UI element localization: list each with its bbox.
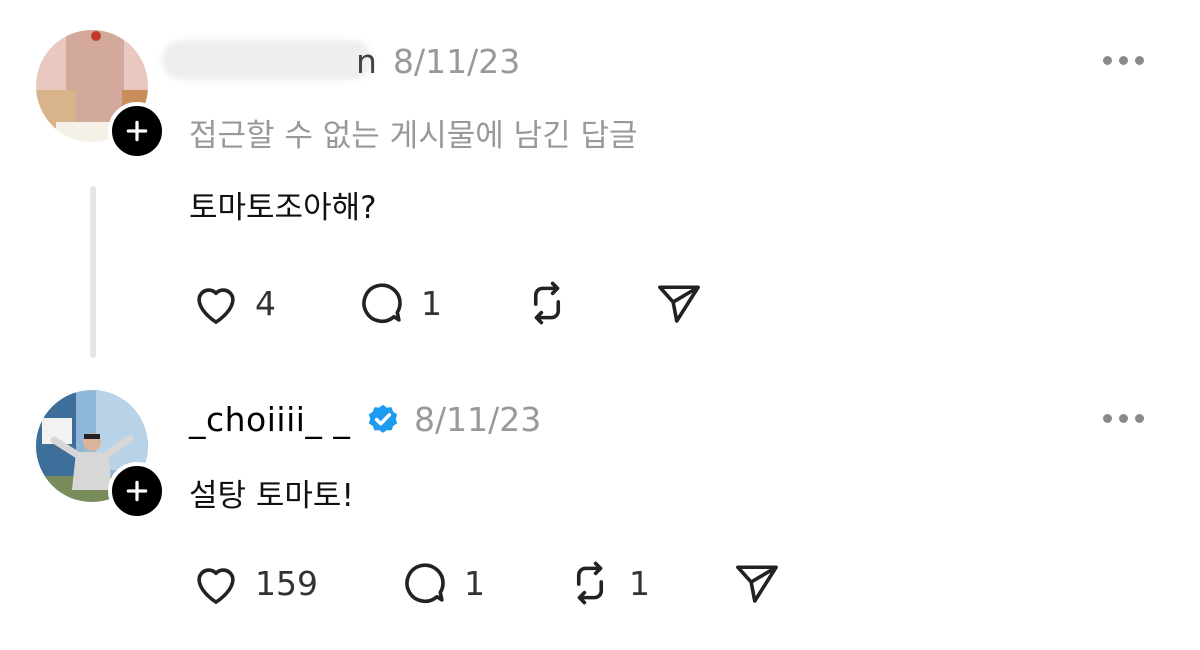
like-button-post2[interactable]: 159	[189, 556, 318, 610]
verified-badge-icon	[368, 404, 398, 433]
username-post1[interactable]: n	[356, 42, 377, 81]
plus-icon	[126, 120, 148, 142]
comment-icon	[362, 283, 402, 324]
more-icon-dot	[1135, 56, 1144, 65]
reply-count: 1	[421, 283, 442, 323]
reply-count: 1	[464, 563, 485, 603]
send-icon	[736, 565, 778, 603]
post-text-post1: 토마토조아해?	[189, 190, 377, 226]
more-icon-dot	[1119, 414, 1128, 423]
like-count: 159	[255, 563, 318, 603]
more-options-post2[interactable]	[1103, 414, 1144, 423]
more-icon-dot	[1103, 414, 1112, 423]
share-button-post2[interactable]	[730, 556, 784, 610]
avatar-post2[interactable]	[36, 390, 166, 520]
send-icon	[658, 285, 700, 323]
more-icon-dot	[1103, 56, 1112, 65]
follow-button[interactable]	[108, 462, 166, 520]
like-count: 4	[255, 283, 276, 323]
more-icon-dot	[1135, 414, 1144, 423]
date-post1: 8/11/23	[393, 42, 521, 81]
threads-replies-view: n 8/11/23 접근할 수 없는 게시물에 남긴 답글 토마토조아해? 4 …	[0, 0, 1200, 650]
username-post2[interactable]: _choiiii_ _	[189, 400, 350, 439]
repost-button-post2[interactable]: 1	[563, 556, 650, 610]
inaccessible-post-note: 접근할 수 없는 게시물에 남긴 답글	[189, 118, 638, 154]
like-button-post1[interactable]: 4	[189, 276, 276, 330]
thread-connector-line	[90, 186, 96, 358]
repost-count: 1	[629, 563, 650, 603]
repost-icon	[576, 561, 604, 605]
more-options-post1[interactable]	[1103, 56, 1144, 65]
comment-icon	[405, 563, 445, 604]
post-text-post2: 설탕 토마토!	[189, 478, 354, 514]
date-post2: 8/11/23	[414, 400, 542, 439]
follow-button[interactable]	[108, 102, 166, 160]
username-redacted	[162, 40, 372, 80]
repost-button-post1[interactable]	[520, 276, 574, 330]
heart-icon	[197, 288, 235, 324]
plus-icon	[126, 480, 148, 502]
more-icon-dot	[1119, 56, 1128, 65]
reply-button-post1[interactable]: 1	[355, 276, 442, 330]
heart-icon	[197, 568, 235, 604]
avatar-post1[interactable]	[36, 30, 166, 160]
repost-icon	[533, 281, 561, 325]
reply-button-post2[interactable]: 1	[398, 556, 485, 610]
share-button-post1[interactable]	[652, 276, 706, 330]
